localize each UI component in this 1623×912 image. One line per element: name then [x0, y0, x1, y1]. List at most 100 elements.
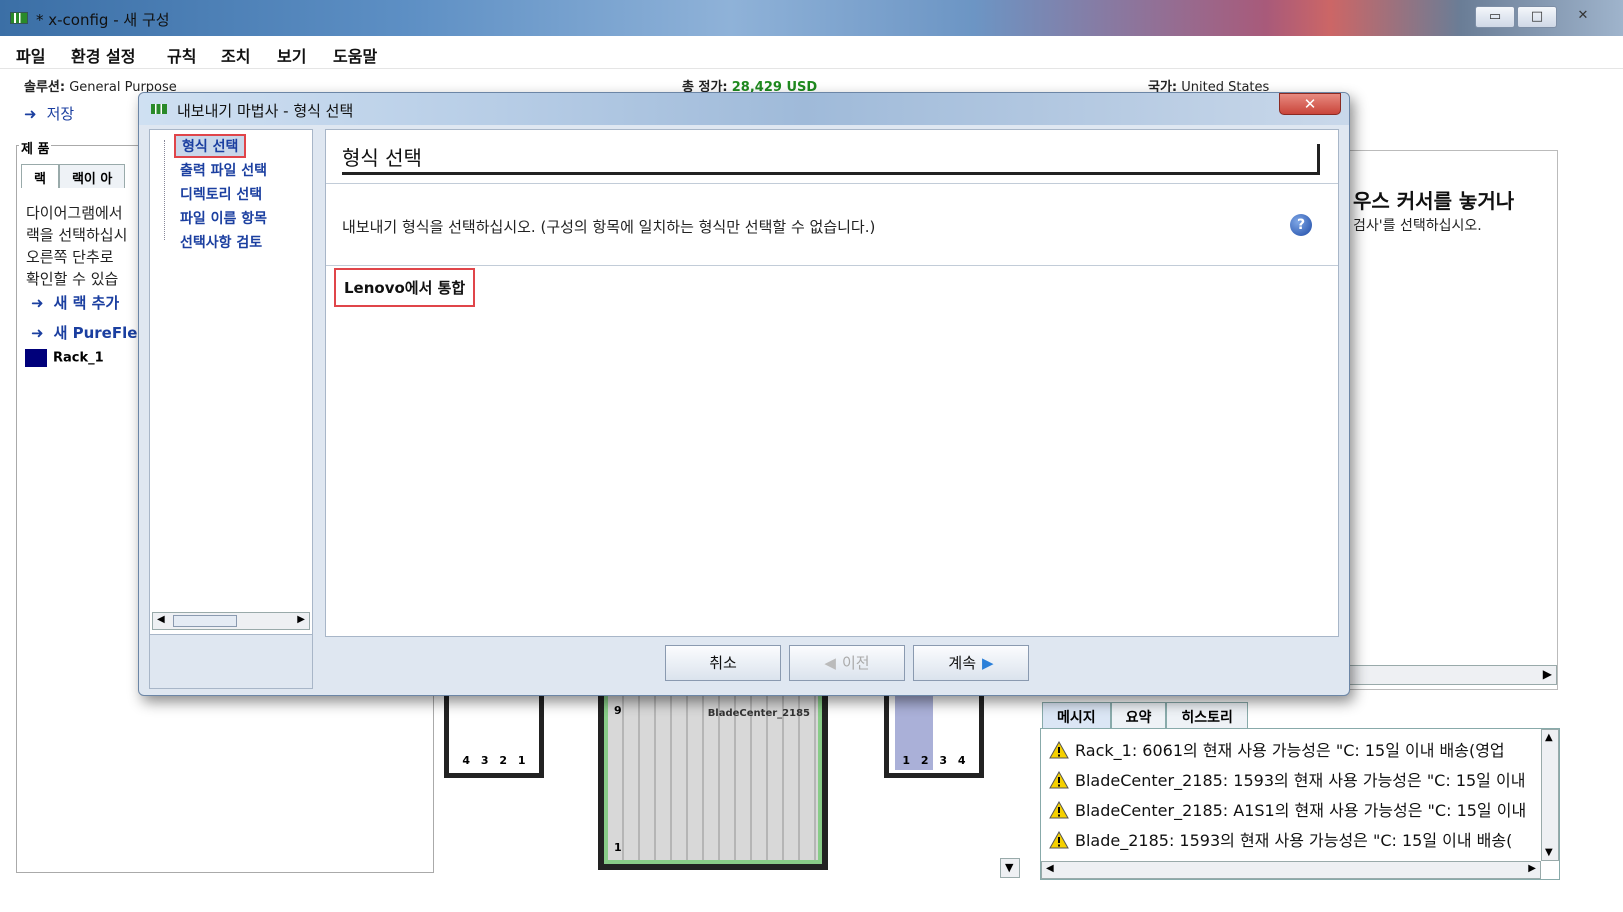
step-select-output-file[interactable]: 출력 파일 선택 [180, 160, 267, 180]
products-help-text: 다이어그램에서 랙을 선택하십시 오른쪽 단추로 확인할 수 있습 [26, 202, 127, 290]
details-panel: 우스 커서를 놓거나 검사'를 선택하십시오. ▶ [1340, 150, 1558, 690]
warning-icon [1049, 771, 1069, 789]
close-button[interactable]: ✕ [1559, 6, 1607, 28]
tree-line [164, 140, 165, 240]
scroll-thumb[interactable] [173, 615, 237, 627]
nav-hscrollbar[interactable]: ◀ ▶ [152, 612, 310, 630]
step-select-directory[interactable]: 디렉토리 선택 [180, 184, 262, 204]
slot-label: 1 [902, 754, 911, 767]
messages-vscrollbar[interactable]: ▲ ▼ [1541, 729, 1559, 861]
help-line: 다이어그램에서 [26, 204, 123, 222]
header-rule [342, 172, 1320, 175]
cancel-button[interactable]: 취소 [665, 645, 781, 681]
previous-button[interactable]: ◀ 이전 [789, 645, 905, 681]
slot-label: 4 [462, 754, 471, 767]
message-row[interactable]: Rack_1: 6061의 현재 사용 가능성은 "C: 15일 이내 배송(영… [1049, 737, 1505, 763]
window-title: * x-config - 새 구성 [36, 11, 170, 29]
menu-view[interactable]: 보기 [277, 43, 306, 67]
arrow-right-icon: ➜ [24, 105, 37, 123]
dialog-buttons: 취소 ◀ 이전 계속 ▶ [665, 645, 1029, 681]
step-select-format[interactable]: 형식 선택 [174, 134, 247, 158]
rack-color-swatch [25, 349, 47, 367]
format-option-lenovo[interactable]: Lenovo에서 통합 [334, 268, 476, 307]
scroll-right-icon[interactable]: ▶ [1528, 863, 1536, 874]
forward-arrow-icon: ▶ [982, 654, 994, 672]
message-text: Rack_1: 6061의 현재 사용 가능성은 "C: 15일 이내 배송(영… [1075, 741, 1505, 760]
dialog-close-button[interactable]: ✕ [1279, 93, 1341, 115]
warning-icon [1049, 801, 1069, 819]
menu-preferences[interactable]: 환경 설정 [71, 43, 135, 67]
help-line: 오른쪽 단추로 [26, 248, 114, 266]
scroll-up-icon[interactable]: ▲ [1545, 732, 1553, 743]
slot-label: 4 [957, 754, 966, 767]
menu-rules[interactable]: 규칙 [167, 43, 196, 67]
slot-label: 2 [499, 754, 508, 767]
scroll-left-icon[interactable]: ◀ [157, 614, 165, 625]
message-row[interactable]: Blade_2185: 1593의 현재 사용 가능성은 "C: 15일 이내 … [1049, 827, 1512, 853]
help-line: 랙을 선택하십시 [26, 226, 128, 244]
content-header: 형식 선택 [326, 130, 1338, 184]
tab-messages[interactable]: 메시지 [1042, 702, 1111, 728]
arrow-right-icon: ➜ [31, 324, 44, 342]
messages-panel: 메시지 요약 히스토리 Rack_1: 6061의 현재 사용 가능성은 "C:… [1036, 700, 1568, 880]
menu-file[interactable]: 파일 [16, 43, 45, 67]
tab-history[interactable]: 히스토리 [1166, 702, 1248, 728]
slot-labels: 4 3 2 1 [457, 754, 531, 767]
scroll-right-icon[interactable]: ▶ [1543, 667, 1552, 681]
tab-summary[interactable]: 요약 [1110, 702, 1167, 728]
scroll-right-icon[interactable]: ▶ [297, 614, 305, 625]
products-legend: 제 품 [19, 138, 52, 157]
add-pureflex-link[interactable]: ➜ 새 PureFle [31, 322, 137, 343]
minimize-button[interactable]: ▭ [1475, 6, 1515, 28]
save-link[interactable]: ➜ 저장 [24, 103, 74, 124]
dialog-title-bar: 내보내기 마법사 - 형식 선택 ✕ [139, 93, 1349, 125]
close-icon: ✕ [1303, 95, 1317, 113]
arrow-right-icon: ➜ [31, 294, 44, 312]
scroll-down-icon[interactable]: ▼ [1545, 847, 1553, 858]
step-review[interactable]: 선택사항 검토 [180, 232, 262, 252]
scroll-left-icon[interactable]: ◀ [1046, 863, 1054, 874]
rack-item[interactable]: Rack_1 [25, 349, 104, 367]
menu-actions[interactable]: 조치 [221, 43, 250, 67]
main-title-bar: * x-config - 새 구성 ▭ □ ✕ [0, 0, 1623, 36]
help-icon[interactable]: ? [1290, 214, 1312, 236]
details-hscrollbar[interactable]: ▶ [1341, 665, 1557, 685]
app-icon [10, 12, 28, 24]
back-arrow-icon: ◀ [824, 654, 836, 672]
step-file-name[interactable]: 파일 이름 항목 [180, 208, 267, 228]
tab-rack[interactable]: 랙 [21, 164, 59, 188]
mini-rack-right[interactable]: 1 2 3 4 [884, 690, 984, 778]
export-wizard-dialog: 내보내기 마법사 - 형식 선택 ✕ 형식 선택 출력 파일 선택 디렉토리 선… [138, 92, 1350, 696]
diagram-scroll-down[interactable]: ▼ [1000, 858, 1020, 878]
maximize-button[interactable]: □ [1517, 6, 1557, 28]
details-heading: 우스 커서를 놓거나 [1353, 189, 1515, 213]
slot-label: 1 [517, 754, 526, 767]
menu-help[interactable]: 도움말 [333, 43, 377, 67]
slot-labels: 1 2 3 4 [897, 754, 971, 767]
solution-label: 솔루션: [24, 80, 66, 95]
message-row[interactable]: BladeCenter_2185: 1593의 현재 사용 가능성은 "C: 1… [1049, 767, 1525, 793]
cancel-label: 취소 [709, 654, 737, 672]
slot-label: 3 [480, 754, 489, 767]
tab-non-rack[interactable]: 랙이 아 [58, 164, 126, 188]
message-row[interactable]: BladeCenter_2185: A1S1의 현재 사용 가능성은 "C: 1… [1049, 797, 1526, 823]
nav-footer [150, 634, 312, 688]
messages-tabs: 메시지 요약 히스토리 [1042, 702, 1248, 728]
header-rule-end [1317, 144, 1320, 174]
bladecenter-chassis[interactable]: 9 BladeCenter_2185 1 [598, 690, 828, 870]
add-pureflex-label: 새 PureFle [53, 324, 138, 342]
app-icon [151, 104, 167, 114]
blade-title: BladeCenter_2185 [707, 708, 810, 719]
instruction-text: 내보내기 형식을 선택하십시오. (구성의 항목에 일치하는 형식만 선택할 수… [342, 218, 876, 236]
next-button[interactable]: 계속 ▶ [913, 645, 1029, 681]
dialog-title: 내보내기 마법사 - 형식 선택 [177, 102, 354, 120]
rack-diagram: 4 3 2 1 9 BladeCenter_2185 1 1 2 3 4 ▼ [434, 690, 1024, 880]
slot-label: 3 [939, 754, 948, 767]
content-title: 형식 선택 [342, 146, 422, 170]
messages-hscrollbar[interactable]: ◀ ▶ [1041, 861, 1541, 879]
warning-icon [1049, 741, 1069, 759]
mini-rack-left[interactable]: 4 3 2 1 [444, 690, 544, 778]
message-text: BladeCenter_2185: 1593의 현재 사용 가능성은 "C: 1… [1075, 771, 1526, 790]
instruction-row: 내보내기 형식을 선택하십시오. (구성의 항목에 일치하는 형식만 선택할 수… [326, 186, 1338, 266]
add-rack-link[interactable]: ➜ 새 랙 추가 [31, 292, 119, 313]
